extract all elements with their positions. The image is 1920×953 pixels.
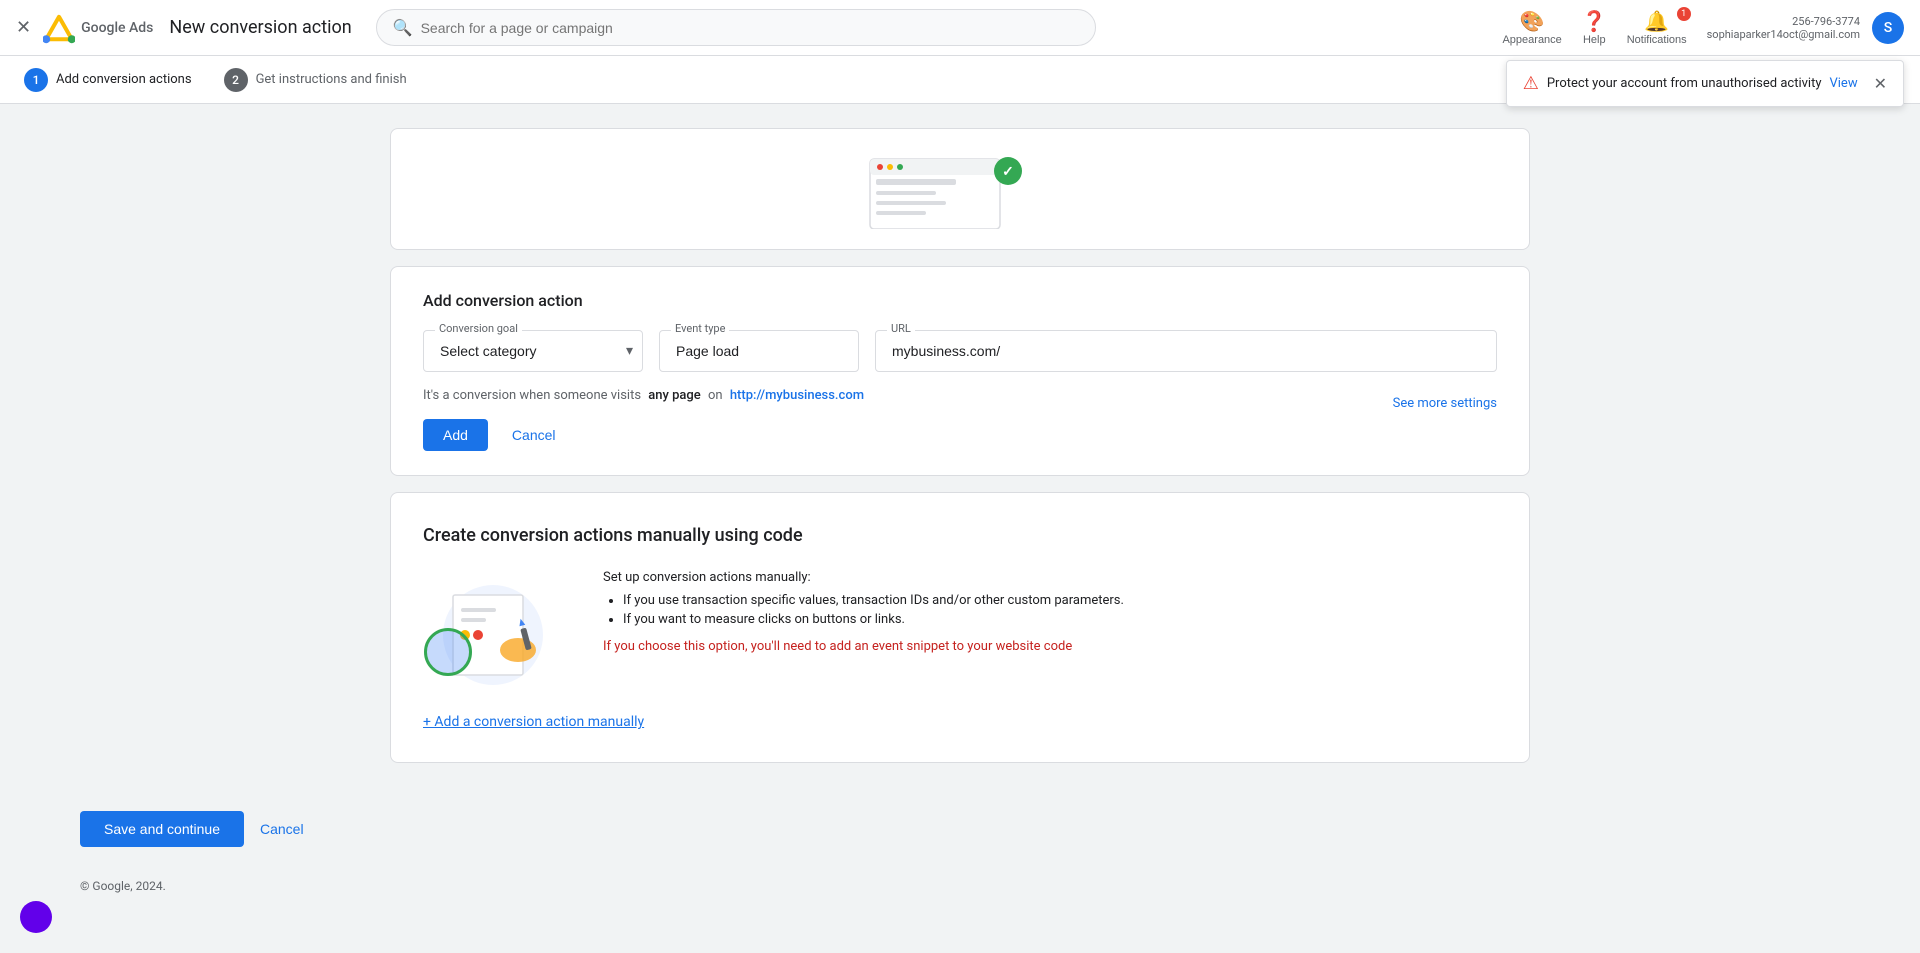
step-1: 1 Add conversion actions [24,68,192,92]
illustration-card: ✓ [390,128,1530,250]
conversion-goal-label: Conversion goal [435,322,522,335]
page-title: New conversion action [169,17,351,38]
form-row: Conversion goal Select category Purchase… [423,330,1497,372]
manual-note: If you choose this option, you'll need t… [603,639,1497,654]
search-bar[interactable]: 🔍 [376,9,1096,46]
conversion-goal-field: Conversion goal Select category Purchase… [423,330,643,372]
bottom-cancel-button[interactable]: Cancel [260,821,304,837]
add-button[interactable]: Add [423,419,488,451]
close-button[interactable]: ✕ [16,17,31,38]
help-label: Help [1583,34,1606,46]
search-input[interactable] [421,20,1079,36]
appearance-button[interactable]: 🎨 Appearance [1494,5,1569,50]
url-input[interactable] [875,330,1497,372]
event-type-label: Event type [671,322,729,335]
recording-indicator [20,901,52,933]
url-label: URL [887,322,915,335]
top-nav: ✕ Google Ads New conversion action 🔍 🎨 A… [0,0,1920,56]
manual-bullet-2: If you want to measure clicks on buttons… [623,612,1497,627]
website-illustration: ✓ [860,149,1060,229]
manual-illustration [423,570,563,694]
svg-text:✓: ✓ [1002,164,1014,180]
step-1-label: Add conversion actions [56,72,192,87]
conversion-goal-select[interactable]: Select category Purchase Sign-up Lead Pa… [423,330,643,372]
event-type-field: Event type [659,330,859,372]
notifications-wrap: 🔔 Notifications 1 [1619,5,1695,50]
google-ads-label: Google Ads [81,20,153,36]
notification-badge: 1 [1677,7,1691,21]
google-ads-logo: Google Ads [43,12,153,44]
hint-url-link[interactable]: http://mybusiness.com [730,388,864,403]
appearance-icon: 🎨 [1520,9,1545,34]
conversion-action-title: Add conversion action [423,291,1497,310]
user-phone: 256-796-3774 [1792,15,1860,28]
dismiss-notification-button[interactable]: ✕ [1874,74,1887,94]
main-content: ✓ Add conversion action Conversion goal … [310,104,1610,811]
step-1-number: 1 [24,68,48,92]
form-button-row: Add Cancel [423,419,1497,451]
conversion-action-card: Add conversion action Conversion goal Se… [390,266,1530,476]
user-info: 256-796-3774 sophiaparker14oct@gmail.com [1707,15,1860,41]
view-link[interactable]: View [1829,76,1857,91]
footer: © Google, 2024. [0,871,1920,901]
step-2: 2 Get instructions and finish [224,68,407,92]
step-2-label: Get instructions and finish [256,72,407,87]
url-field: URL [875,330,1497,372]
notification-banner: ⚠ Protect your account from unauthorised… [1506,60,1904,107]
manual-conversion-card: Create conversion actions manually using… [390,492,1530,763]
user-email: sophiaparker14oct@gmail.com [1707,28,1860,41]
manual-info: Set up conversion actions manually: If y… [603,570,1497,662]
manual-intro: Set up conversion actions manually: [603,570,1497,585]
event-type-input[interactable] [659,330,859,372]
manual-bullets: If you use transaction specific values, … [623,593,1497,627]
hint-row: It's a conversion when someone visits an… [423,388,1497,419]
see-more-settings-link[interactable]: See more settings [1393,396,1497,411]
notifications-icon: 🔔 [1644,9,1669,34]
notification-text: Protect your account from unauthorised a… [1547,76,1822,91]
bottom-actions: Save and continue Cancel [0,811,1920,871]
cancel-form-button[interactable]: Cancel [500,419,568,451]
add-manual-link[interactable]: + Add a conversion action manually [423,714,1497,730]
appearance-label: Appearance [1502,34,1561,46]
user-avatar[interactable]: S [1872,12,1904,44]
hint-text: It's a conversion when someone visits an… [423,388,864,403]
manual-body: Set up conversion actions manually: If y… [423,570,1497,694]
warning-icon: ⚠ [1523,73,1539,94]
nav-right: 🎨 Appearance ❓ Help 🔔 Notifications 1 25… [1494,5,1904,50]
search-icon: 🔍 [393,18,413,37]
save-continue-button[interactable]: Save and continue [80,811,244,847]
help-icon: ❓ [1582,9,1607,34]
manual-bullet-1: If you use transaction specific values, … [623,593,1497,608]
manual-card-title: Create conversion actions manually using… [423,525,1497,546]
footer-text: © Google, 2024. [80,879,166,893]
step-2-number: 2 [224,68,248,92]
notifications-label: Notifications [1627,34,1687,46]
help-button[interactable]: ❓ Help [1574,5,1615,50]
